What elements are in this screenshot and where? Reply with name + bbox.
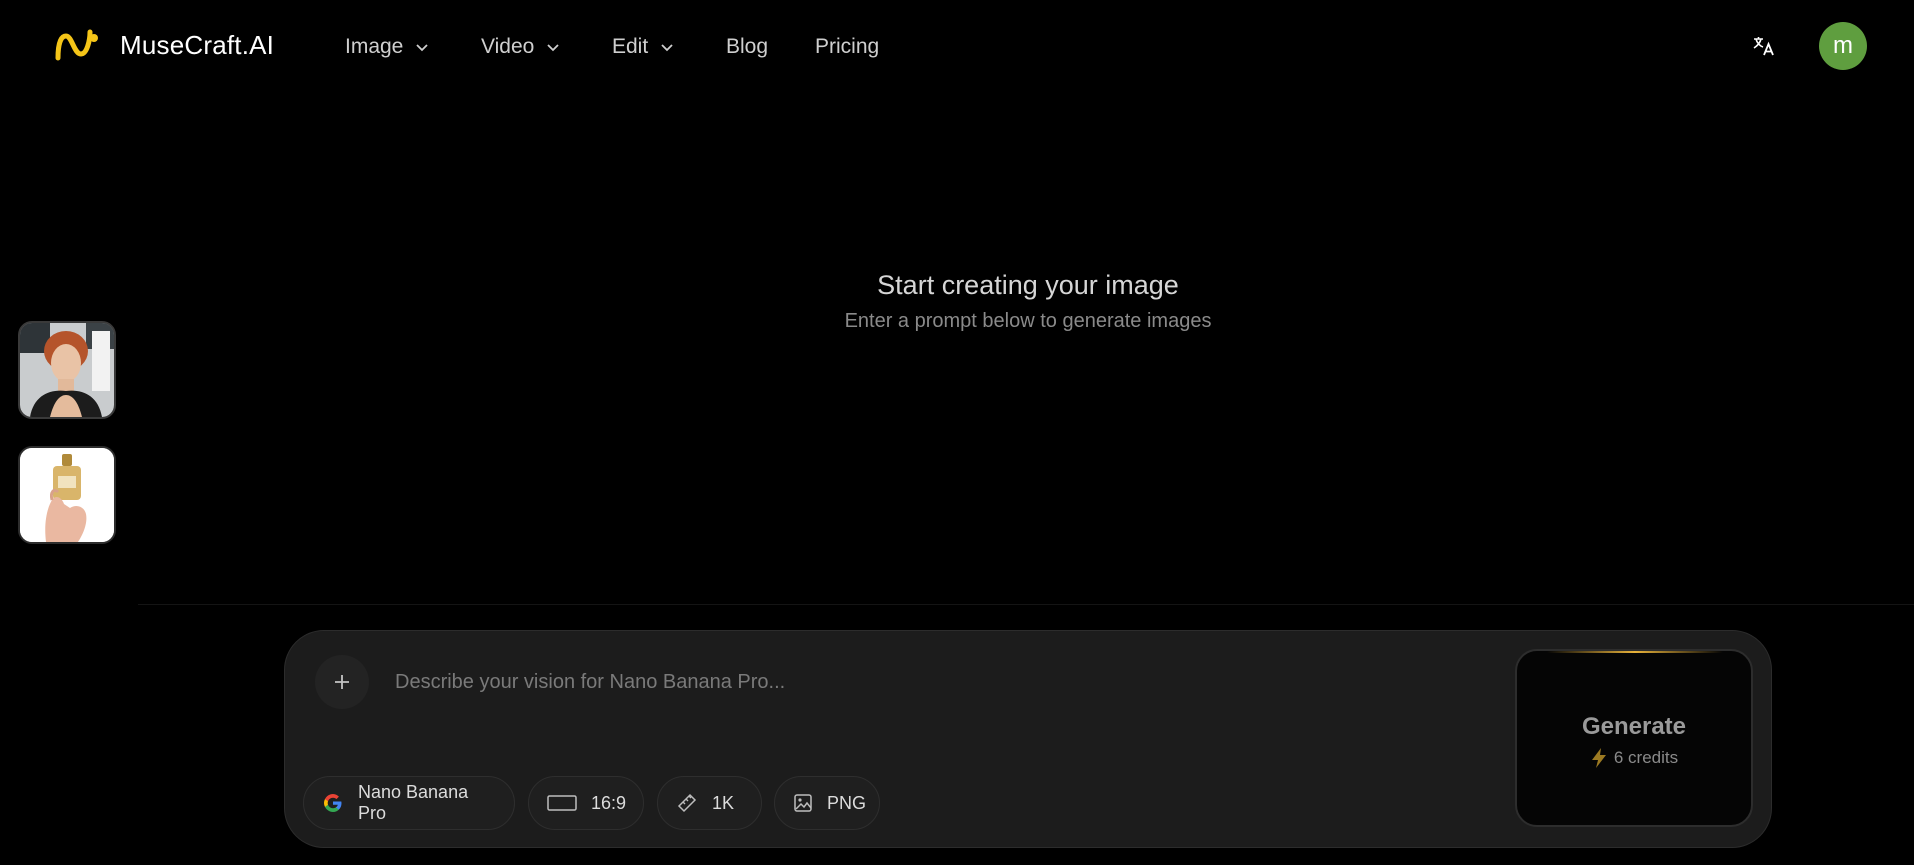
nav-video-menu[interactable]: Video [481, 32, 560, 62]
nav-edit-label: Edit [612, 35, 649, 58]
google-icon [322, 792, 344, 814]
history-thumbnail-portrait[interactable] [18, 321, 116, 419]
ruler-icon [676, 792, 698, 814]
model-selector[interactable]: Nano Banana Pro [303, 776, 515, 830]
resolution-label: 1K [712, 792, 735, 813]
add-reference-button[interactable] [315, 655, 369, 709]
nav-pricing-link[interactable]: Pricing [815, 32, 879, 62]
nav-edit-menu[interactable]: Edit [612, 32, 674, 62]
format-label: PNG [827, 792, 867, 813]
prompt-composer: Nano Banana Pro 16:9 1K [284, 630, 1772, 848]
portrait-image-icon [20, 323, 114, 417]
generate-label: Generate [1581, 713, 1687, 740]
language-button[interactable] [1748, 30, 1780, 62]
perfume-bottle-image-icon [20, 448, 114, 542]
top-header: MuseCraft.AI Image Video Edit Blog Prici… [0, 0, 1914, 94]
aspect-ratio-label: 16:9 [591, 792, 627, 813]
image-format-icon [793, 793, 813, 813]
plus-icon [335, 675, 349, 689]
chevron-down-icon [547, 44, 559, 52]
empty-state-subtitle: Enter a prompt below to generate images [844, 310, 1212, 332]
nav-image-label: Image [345, 35, 404, 58]
aspect-ratio-selector[interactable]: 16:9 [528, 776, 644, 830]
nav-video-label: Video [481, 35, 535, 58]
generate-button[interactable]: Generate 6 credits [1515, 649, 1753, 827]
empty-state-title: Start creating your image [877, 270, 1179, 300]
nav-pricing-label: Pricing [815, 35, 880, 58]
history-thumbnail-perfume[interactable] [18, 446, 116, 544]
prompt-input[interactable] [393, 661, 1447, 703]
app-page: MuseCraft.AI Image Video Edit Blog Prici… [0, 0, 1914, 865]
chevron-down-icon [661, 44, 673, 52]
brand-logo-icon[interactable] [54, 28, 100, 64]
format-selector[interactable]: PNG [774, 776, 880, 830]
generate-credits-label: 6 credits [1613, 748, 1679, 767]
chevron-down-icon [416, 44, 429, 52]
generate-glow-accent [1547, 651, 1723, 653]
nav-image-menu[interactable]: Image [345, 32, 429, 62]
nav-blog-label: Blog [726, 35, 769, 58]
aspect-ratio-icon [547, 794, 577, 812]
lightning-icon [1590, 747, 1608, 769]
brand-name[interactable]: MuseCraft.AI [120, 30, 274, 61]
generate-credits: 6 credits [1517, 747, 1751, 769]
resolution-selector[interactable]: 1K [657, 776, 762, 830]
content-divider [138, 604, 1914, 605]
model-selector-label: Nano Banana Pro [358, 782, 469, 823]
user-avatar[interactable]: m [1819, 22, 1867, 70]
nav-blog-link[interactable]: Blog [726, 32, 768, 62]
translate-icon [1753, 37, 1774, 56]
